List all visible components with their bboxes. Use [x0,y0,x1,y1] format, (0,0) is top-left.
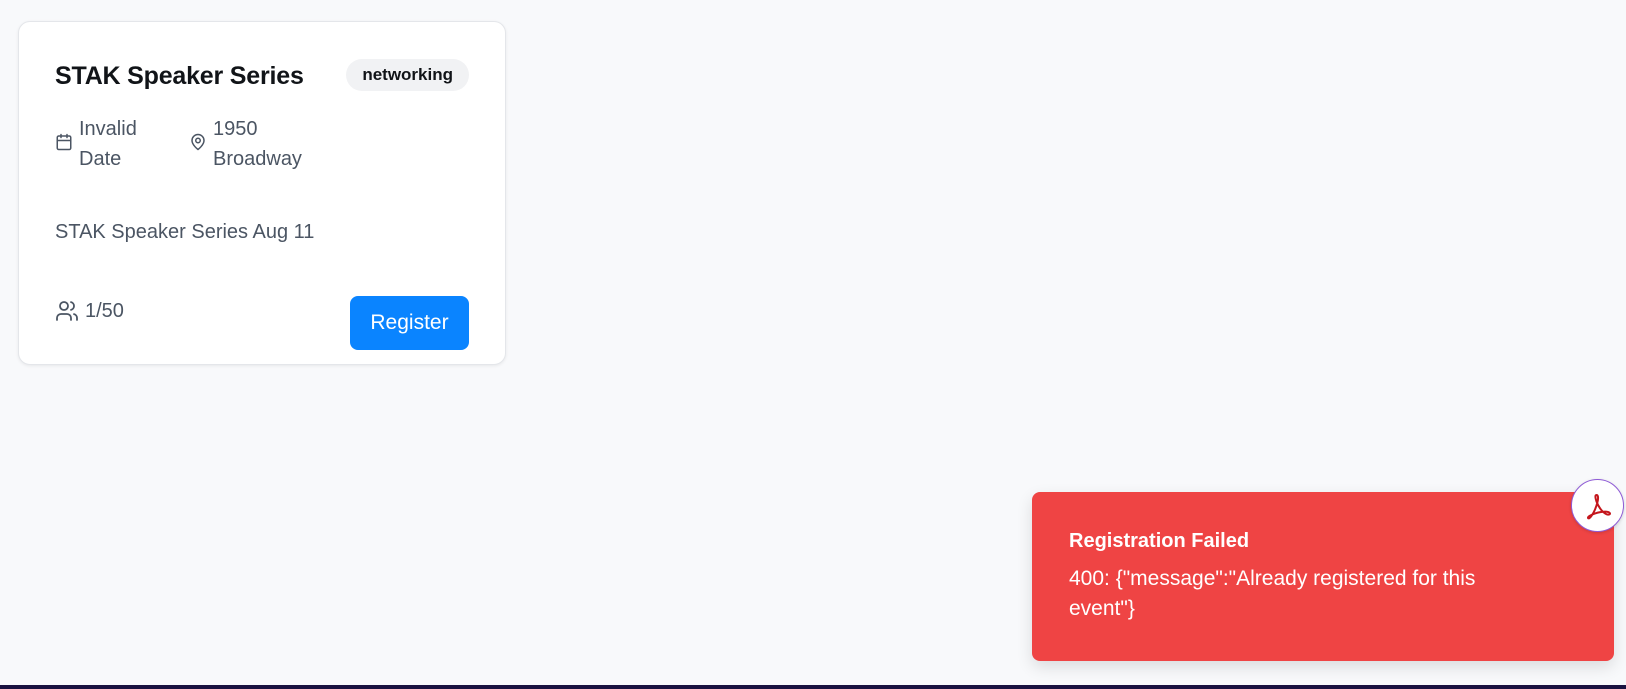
pdf-reader-button[interactable] [1571,479,1624,532]
attendee-count-text: 1/50 [85,299,124,322]
toast-message: 400: {"message":"Already registered for … [1069,567,1476,620]
event-location-line-1: 1950 [213,118,258,140]
event-location: 1950 Broadway [189,114,329,174]
event-date-line-2: Date [79,148,122,170]
pdf-reader-icon [1586,493,1611,519]
event-category-badge: networking [346,59,469,91]
event-date-line-1: Invalid [79,118,137,140]
event-date: Invalid Date [55,114,165,174]
event-location-text: 1950 Broadway [213,114,303,174]
toast-title: Registration Failed [1069,530,1250,552]
page: STAK Speaker Series networking Invalid D… [0,0,1626,689]
event-title: STAK Speaker Series [55,62,304,90]
users-icon [56,301,78,321]
event-description: STAK Speaker Series Aug 11 [55,221,315,243]
event-location-line-2: Broadway [213,148,302,170]
register-button[interactable]: Register [350,296,469,350]
event-date-text: Invalid Date [79,114,165,174]
map-pin-icon [191,133,205,151]
attendee-count: 1/50 [55,299,124,323]
bottom-edge-bar [0,685,1626,689]
error-toast[interactable]: Registration Failed 400: {"message":"Alr… [1032,492,1614,661]
event-card: STAK Speaker Series networking Invalid D… [18,21,506,365]
calendar-icon [56,133,72,151]
